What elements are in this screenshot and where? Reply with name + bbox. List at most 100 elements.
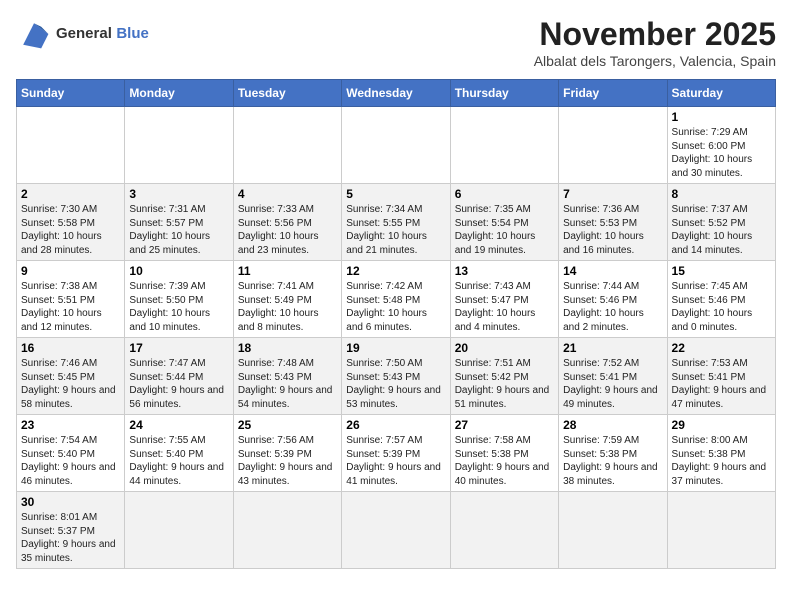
day-cell: 9Sunrise: 7:38 AM Sunset: 5:51 PM Daylig… (17, 261, 125, 338)
day-headers-row: SundayMondayTuesdayWednesdayThursdayFrid… (17, 80, 776, 107)
day-number: 10 (129, 264, 228, 278)
day-header-saturday: Saturday (667, 80, 775, 107)
day-cell: 3 Sunrise: 7:31 AM Sunset: 5:57 PM Daylig… (125, 184, 233, 261)
day-info: Sunrise: 7:37 AM Sunset: 5:52 PM Dayligh… (672, 203, 771, 257)
day-cell: 27 Sunrise: 7:58 AM Sunset: 5:38 PM Dayli… (450, 415, 558, 492)
day-info: Sunrise: 7:30 AM Sunset: 5:58 PM Dayligh… (21, 203, 120, 257)
day-cell: 22Sunrise: 7:53 AM Sunset: 5:41 PM Dayli… (667, 338, 775, 415)
day-number: 25 (238, 418, 337, 432)
day-cell (342, 492, 450, 569)
week-row-2: 2 Sunrise: 7:30 AM Sunset: 5:58 PM Daylig… (17, 184, 776, 261)
day-cell (667, 492, 775, 569)
day-header-friday: Friday (559, 80, 667, 107)
day-cell: 10 Sunrise: 7:39 AM Sunset: 5:50 PM Dayli… (125, 261, 233, 338)
day-number: 21 (563, 341, 662, 355)
day-info: Sunrise: 7:29 AM Sunset: 6:00 PM Dayligh… (672, 126, 771, 180)
day-number: 6 (455, 187, 554, 201)
day-cell: 26Sunrise: 7:57 AM Sunset: 5:39 PM Dayli… (342, 415, 450, 492)
day-number: 12 (346, 264, 445, 278)
day-info: Sunrise: 7:54 AM Sunset: 5:40 PM Dayligh… (21, 434, 120, 488)
day-header-monday: Monday (125, 80, 233, 107)
day-cell: 5Sunrise: 7:34 AM Sunset: 5:55 PM Daylig… (342, 184, 450, 261)
day-info: Sunrise: 7:50 AM Sunset: 5:43 PM Dayligh… (346, 357, 445, 411)
page-header: General Blue November 2025 Albalat dels … (16, 16, 776, 69)
day-cell: 18 Sunrise: 7:48 AM Sunset: 5:43 PM Dayli… (233, 338, 341, 415)
week-row-1: 1 Sunrise: 7:29 AM Sunset: 6:00 PM Daylig… (17, 107, 776, 184)
day-number: 1 (672, 110, 771, 124)
day-info: Sunrise: 7:45 AM Sunset: 5:46 PM Dayligh… (672, 280, 771, 334)
day-info: Sunrise: 7:56 AM Sunset: 5:39 PM Dayligh… (238, 434, 337, 488)
day-info: Sunrise: 8:01 AM Sunset: 5:37 PM Dayligh… (21, 511, 120, 565)
day-info: Sunrise: 8:00 AM Sunset: 5:38 PM Dayligh… (672, 434, 771, 488)
day-number: 27 (455, 418, 554, 432)
day-info: Sunrise: 7:34 AM Sunset: 5:55 PM Dayligh… (346, 203, 445, 257)
day-cell: 29 Sunrise: 8:00 AM Sunset: 5:38 PM Dayli… (667, 415, 775, 492)
calendar-table: SundayMondayTuesdayWednesdayThursdayFrid… (16, 79, 776, 569)
day-cell (125, 492, 233, 569)
calendar-title-area: November 2025 Albalat dels Tarongers, Va… (534, 16, 776, 69)
day-cell: 24 Sunrise: 7:55 AM Sunset: 5:40 PM Dayli… (125, 415, 233, 492)
day-number: 2 (21, 187, 120, 201)
day-cell (450, 492, 558, 569)
day-cell: 25 Sunrise: 7:56 AM Sunset: 5:39 PM Dayli… (233, 415, 341, 492)
day-info: Sunrise: 7:31 AM Sunset: 5:57 PM Dayligh… (129, 203, 228, 257)
day-cell: 13 Sunrise: 7:43 AM Sunset: 5:47 PM Dayli… (450, 261, 558, 338)
day-number: 28 (563, 418, 662, 432)
day-info: Sunrise: 7:36 AM Sunset: 5:53 PM Dayligh… (563, 203, 662, 257)
day-info: Sunrise: 7:41 AM Sunset: 5:49 PM Dayligh… (238, 280, 337, 334)
day-cell: 30 Sunrise: 8:01 AM Sunset: 5:37 PM Dayli… (17, 492, 125, 569)
day-cell: 15 Sunrise: 7:45 AM Sunset: 5:46 PM Dayli… (667, 261, 775, 338)
day-cell: 11 Sunrise: 7:41 AM Sunset: 5:49 PM Dayli… (233, 261, 341, 338)
day-info: Sunrise: 7:44 AM Sunset: 5:46 PM Dayligh… (563, 280, 662, 334)
week-row-3: 9Sunrise: 7:38 AM Sunset: 5:51 PM Daylig… (17, 261, 776, 338)
day-info: Sunrise: 7:59 AM Sunset: 5:38 PM Dayligh… (563, 434, 662, 488)
day-cell (559, 107, 667, 184)
day-info: Sunrise: 7:43 AM Sunset: 5:47 PM Dayligh… (455, 280, 554, 334)
day-number: 18 (238, 341, 337, 355)
logo-text: General Blue (56, 25, 149, 43)
day-cell (450, 107, 558, 184)
day-cell: 8 Sunrise: 7:37 AM Sunset: 5:52 PM Daylig… (667, 184, 775, 261)
day-info: Sunrise: 7:39 AM Sunset: 5:50 PM Dayligh… (129, 280, 228, 334)
day-info: Sunrise: 7:42 AM Sunset: 5:48 PM Dayligh… (346, 280, 445, 334)
day-info: Sunrise: 7:58 AM Sunset: 5:38 PM Dayligh… (455, 434, 554, 488)
day-cell: 19 Sunrise: 7:50 AM Sunset: 5:43 PM Dayli… (342, 338, 450, 415)
day-header-tuesday: Tuesday (233, 80, 341, 107)
day-cell (233, 492, 341, 569)
day-number: 8 (672, 187, 771, 201)
day-header-wednesday: Wednesday (342, 80, 450, 107)
day-info: Sunrise: 7:46 AM Sunset: 5:45 PM Dayligh… (21, 357, 120, 411)
day-number: 19 (346, 341, 445, 355)
day-cell: 6Sunrise: 7:35 AM Sunset: 5:54 PM Daylig… (450, 184, 558, 261)
day-cell: 28 Sunrise: 7:59 AM Sunset: 5:38 PM Dayli… (559, 415, 667, 492)
day-number: 17 (129, 341, 228, 355)
day-info: Sunrise: 7:38 AM Sunset: 5:51 PM Dayligh… (21, 280, 120, 334)
day-number: 15 (672, 264, 771, 278)
day-cell: 14 Sunrise: 7:44 AM Sunset: 5:46 PM Dayli… (559, 261, 667, 338)
day-number: 11 (238, 264, 337, 278)
day-number: 7 (563, 187, 662, 201)
day-number: 29 (672, 418, 771, 432)
day-info: Sunrise: 7:47 AM Sunset: 5:44 PM Dayligh… (129, 357, 228, 411)
day-cell: 20Sunrise: 7:51 AM Sunset: 5:42 PM Dayli… (450, 338, 558, 415)
week-row-6: 30 Sunrise: 8:01 AM Sunset: 5:37 PM Dayli… (17, 492, 776, 569)
day-info: Sunrise: 7:55 AM Sunset: 5:40 PM Dayligh… (129, 434, 228, 488)
day-cell: 21 Sunrise: 7:52 AM Sunset: 5:41 PM Dayli… (559, 338, 667, 415)
day-number: 3 (129, 187, 228, 201)
day-cell: 4Sunrise: 7:33 AM Sunset: 5:56 PM Daylig… (233, 184, 341, 261)
day-number: 22 (672, 341, 771, 355)
day-number: 14 (563, 264, 662, 278)
day-number: 30 (21, 495, 120, 509)
day-info: Sunrise: 7:33 AM Sunset: 5:56 PM Dayligh… (238, 203, 337, 257)
day-number: 24 (129, 418, 228, 432)
day-header-thursday: Thursday (450, 80, 558, 107)
day-info: Sunrise: 7:52 AM Sunset: 5:41 PM Dayligh… (563, 357, 662, 411)
day-number: 13 (455, 264, 554, 278)
day-cell: 12 Sunrise: 7:42 AM Sunset: 5:48 PM Dayli… (342, 261, 450, 338)
day-cell: 17 Sunrise: 7:47 AM Sunset: 5:44 PM Dayli… (125, 338, 233, 415)
day-info: Sunrise: 7:48 AM Sunset: 5:43 PM Dayligh… (238, 357, 337, 411)
day-number: 23 (21, 418, 120, 432)
day-cell: 23 Sunrise: 7:54 AM Sunset: 5:40 PM Dayli… (17, 415, 125, 492)
calendar-month-year: November 2025 (534, 16, 776, 53)
day-number: 16 (21, 341, 120, 355)
